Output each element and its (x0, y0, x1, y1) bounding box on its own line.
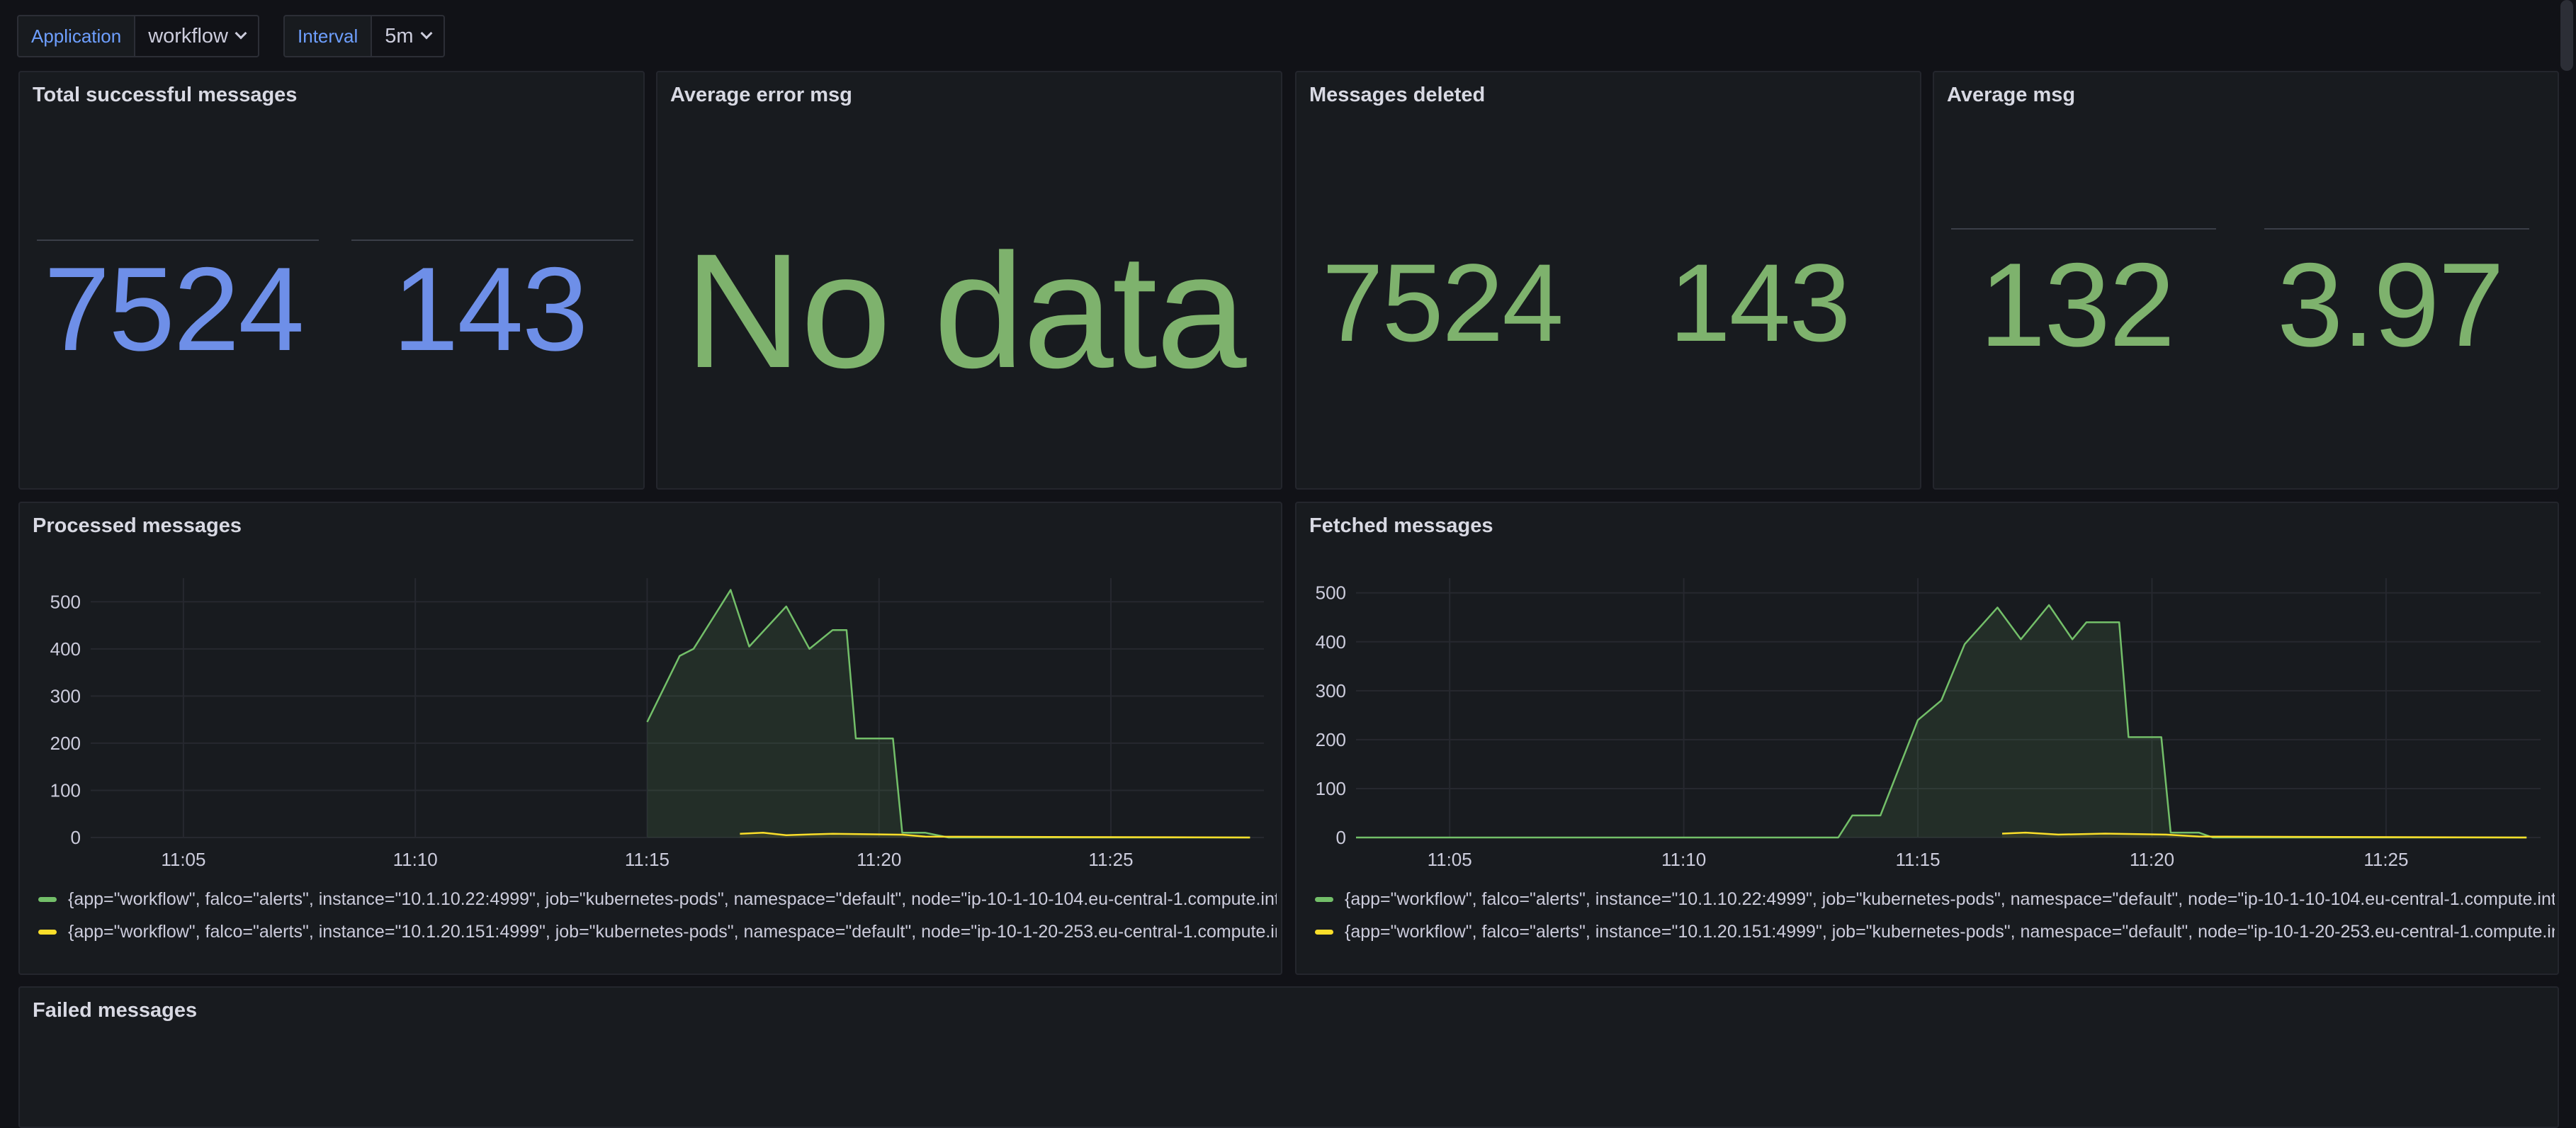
stat-value: 3.97 (2277, 238, 2504, 371)
panel-title: Failed messages (33, 999, 198, 1022)
sparkline (37, 239, 319, 241)
x-tick-label: 11:05 (161, 849, 205, 870)
legend-swatch (38, 929, 57, 935)
x-tick-label: 11:20 (857, 849, 901, 870)
legend-swatch (1315, 929, 1333, 935)
panel-average-error-msg[interactable]: Average error msg No data (656, 71, 1282, 490)
legend-item[interactable]: {app="workflow", falco="alerts", instanc… (1315, 883, 2555, 915)
no-data-text: No data (684, 220, 1247, 402)
x-tick-label: 11:10 (393, 849, 438, 870)
page-scrollbar[interactable] (2560, 0, 2573, 71)
application-select[interactable]: workflow (135, 15, 260, 57)
series-area (647, 590, 1250, 837)
legend-swatch (38, 896, 57, 902)
panel-processed-messages[interactable]: Processed messages 0 100 200 300 400 500 11:05… (18, 502, 1282, 975)
y-tick-label: 0 (71, 827, 81, 848)
stat-value: 143 (1669, 242, 1851, 365)
y-tick-label: 300 (1316, 680, 1346, 701)
legend-label: {app="workflow", falco="alerts", instanc… (1345, 889, 2555, 909)
legend-label: {app="workflow", falco="alerts", instanc… (68, 921, 1277, 942)
y-tick-label: 100 (50, 779, 81, 801)
x-tick-label: 11:15 (1895, 849, 1940, 870)
legend-item[interactable]: {app="workflow", falco="alerts", instanc… (38, 915, 1277, 948)
interval-select[interactable]: 5m (372, 15, 445, 57)
x-tick-label: 11:20 (2130, 849, 2174, 870)
stat-value: 7524 (44, 242, 305, 376)
panel-fetched-messages[interactable]: Fetched messages 0 100 200 300 400 500 11:05 11… (1295, 502, 2559, 975)
sparkline (351, 239, 633, 241)
application-select-value: workflow (148, 24, 229, 47)
x-tick-label: 11:10 (1661, 849, 1706, 870)
sparkline (1951, 228, 2216, 230)
variable-label-interval: Interval (283, 15, 373, 57)
y-tick-label: 500 (50, 591, 81, 612)
x-tick-label: 11:25 (2363, 849, 2408, 870)
legend-label: {app="workflow", falco="alerts", instanc… (1345, 921, 2555, 942)
y-tick-label: 200 (1316, 729, 1346, 750)
panel-title: Processed messages (33, 514, 242, 537)
panel-title: Average msg (1947, 84, 2076, 106)
panel-failed-messages[interactable]: Failed messages (18, 986, 2559, 1128)
panel-title: Messages deleted (1309, 84, 1486, 106)
variable-label-application: Application (17, 15, 136, 57)
y-tick-label: 300 (50, 685, 81, 706)
stat-value: 132 (1979, 238, 2175, 371)
stat-value: 143 (392, 242, 588, 376)
chevron-down-icon (235, 27, 247, 40)
x-tick-label: 11:15 (625, 849, 670, 870)
interval-select-value: 5m (385, 24, 414, 47)
sparkline (2264, 228, 2529, 230)
legend-label: {app="workflow", falco="alerts", instanc… (68, 889, 1277, 909)
y-tick-label: 100 (1316, 778, 1346, 799)
stat-value: 7524 (1322, 242, 1564, 365)
chart-legend: {app="workflow", falco="alerts", instanc… (1315, 883, 2555, 948)
chevron-down-icon (420, 27, 433, 40)
panel-messages-deleted[interactable]: Messages deleted 7524 143 (1295, 71, 1921, 490)
y-tick-label: 200 (50, 733, 81, 754)
y-tick-label: 400 (50, 638, 81, 660)
y-tick-label: 400 (1316, 631, 1346, 653)
y-tick-label: 500 (1316, 582, 1346, 604)
panel-title: Fetched messages (1309, 514, 1493, 537)
x-tick-label: 11:05 (1428, 849, 1472, 870)
panel-average-msg[interactable]: Average msg 132 3.97 (1933, 71, 2559, 490)
legend-swatch (1315, 896, 1333, 902)
y-tick-label: 0 (1336, 827, 1346, 848)
legend-item[interactable]: {app="workflow", falco="alerts", instanc… (1315, 915, 2555, 948)
series-area (1356, 605, 2527, 837)
panel-total-successful-messages[interactable]: Total successful messages 7524 143 (18, 71, 645, 490)
variables-bar: Application workflow Interval 5m (17, 14, 469, 58)
panel-title: Total successful messages (33, 84, 298, 106)
legend-item[interactable]: {app="workflow", falco="alerts", instanc… (38, 883, 1277, 915)
panel-title: Average error msg (670, 84, 852, 106)
x-tick-label: 11:25 (1088, 849, 1133, 870)
chart-legend: {app="workflow", falco="alerts", instanc… (38, 883, 1277, 948)
